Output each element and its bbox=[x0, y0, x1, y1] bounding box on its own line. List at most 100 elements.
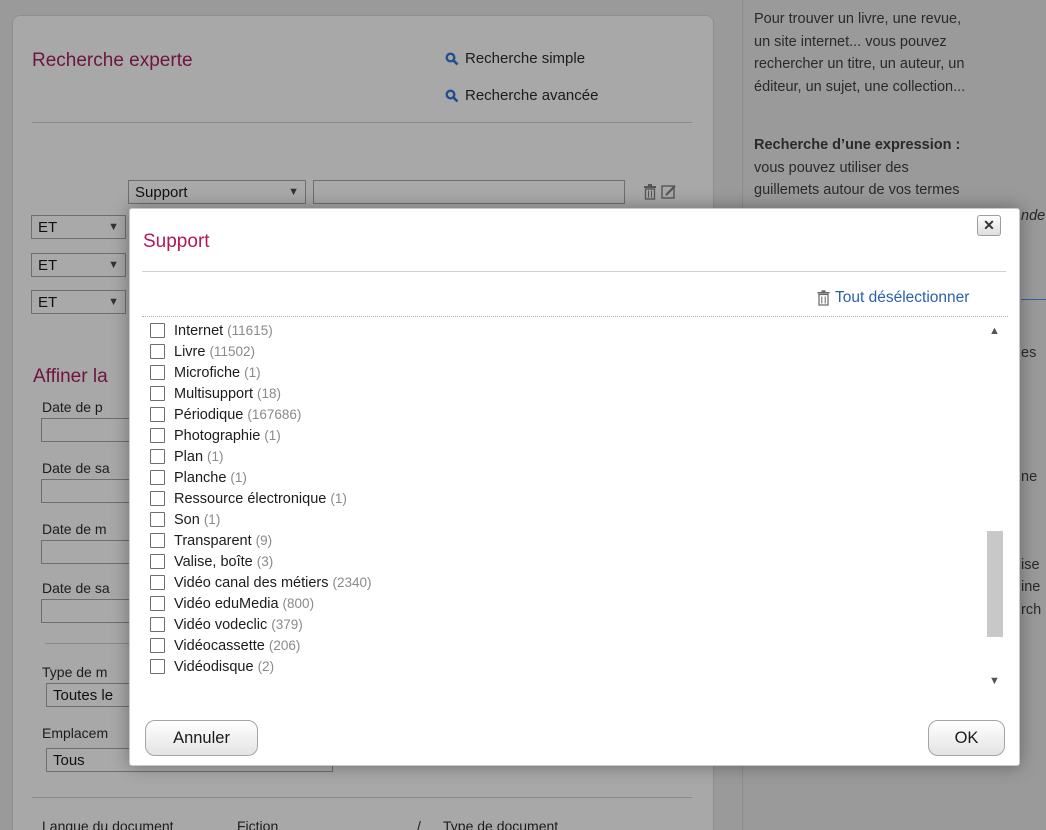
support-option[interactable]: Périodique (167686) bbox=[150, 404, 970, 425]
option-label: Transparent bbox=[174, 532, 252, 549]
criteria-value-input[interactable] bbox=[313, 180, 625, 204]
cancel-button[interactable]: Annuler bbox=[145, 720, 258, 756]
checkbox[interactable] bbox=[150, 512, 165, 527]
option-count: (1) bbox=[264, 428, 281, 443]
scrollbar-thumb[interactable] bbox=[987, 531, 1003, 637]
support-option[interactable]: Planche (1) bbox=[150, 467, 970, 488]
close-button[interactable]: ✕ bbox=[977, 215, 1001, 236]
ok-button[interactable]: OK bbox=[928, 720, 1005, 756]
checkbox[interactable] bbox=[150, 407, 165, 422]
checkbox[interactable] bbox=[150, 344, 165, 359]
edit-icon[interactable] bbox=[660, 182, 678, 202]
help-fragment: ne bbox=[1021, 469, 1038, 485]
search-icon bbox=[445, 52, 459, 65]
checkbox[interactable] bbox=[150, 659, 165, 674]
option-count: (9) bbox=[255, 533, 273, 548]
checkbox[interactable] bbox=[150, 533, 165, 548]
support-option[interactable]: Photographie (1) bbox=[150, 425, 970, 446]
language-label: Langue du document bbox=[42, 818, 174, 830]
checkbox[interactable] bbox=[150, 596, 165, 611]
date-input-3[interactable] bbox=[41, 540, 131, 564]
refine-title: Affiner la bbox=[33, 366, 108, 387]
operator-select-2[interactable]: ET ▼ bbox=[31, 253, 126, 277]
option-count: (1) bbox=[244, 365, 261, 380]
chevron-down-icon: ▼ bbox=[108, 221, 119, 233]
option-count: (1) bbox=[330, 491, 347, 506]
support-option[interactable]: Vidéodisque (2) bbox=[150, 656, 970, 677]
checkbox[interactable] bbox=[150, 638, 165, 653]
support-option[interactable]: Multisupport (18) bbox=[150, 383, 970, 404]
option-count: (1) bbox=[230, 470, 247, 485]
type-label: Type de m bbox=[42, 664, 108, 680]
date-input-2[interactable] bbox=[41, 479, 131, 503]
chevron-down-icon: ▼ bbox=[108, 296, 119, 308]
checkbox[interactable] bbox=[150, 365, 165, 380]
help-line: vous pouvez utiliser des bbox=[754, 159, 909, 176]
option-label: Internet bbox=[174, 322, 224, 339]
option-count: (206) bbox=[268, 638, 301, 653]
criteria-field-select[interactable]: Support ▼ bbox=[128, 180, 306, 204]
type-select[interactable]: Toutes le bbox=[46, 683, 136, 707]
date-input-4[interactable] bbox=[41, 599, 131, 623]
date-input-1[interactable] bbox=[41, 418, 131, 442]
support-option[interactable]: Vidéo canal des métiers (2340) bbox=[150, 572, 970, 593]
option-count: (11502) bbox=[209, 344, 255, 359]
support-options-list: Internet (11615) Livre (11502) Microfiche (1)… bbox=[150, 320, 970, 677]
support-option[interactable]: Ressource électronique (1) bbox=[150, 488, 970, 509]
support-option[interactable]: Microfiche (1) bbox=[150, 362, 970, 383]
deselect-all-label: Tout désélectionner bbox=[835, 289, 970, 306]
checkbox[interactable] bbox=[150, 470, 165, 485]
help-expression: Recherche d’une expression : vous pouvez… bbox=[754, 134, 1046, 202]
operator-select-1[interactable]: ET ▼ bbox=[31, 215, 126, 239]
advanced-search-link[interactable]: Recherche avancée bbox=[445, 87, 598, 104]
help-fragment: es bbox=[1021, 345, 1037, 361]
support-option[interactable]: Transparent (9) bbox=[150, 530, 970, 551]
simple-search-link[interactable]: Recherche simple bbox=[445, 50, 585, 67]
help-text: Pour trouver un livre, une revue, un sit… bbox=[754, 8, 1046, 98]
support-option[interactable]: Plan (1) bbox=[150, 446, 970, 467]
list-scrollbar[interactable]: ▲ ▼ bbox=[985, 323, 1004, 689]
checkbox[interactable] bbox=[150, 554, 165, 569]
checkbox[interactable] bbox=[150, 449, 165, 464]
divider bbox=[32, 122, 692, 123]
option-count: (11615) bbox=[227, 323, 273, 338]
support-option[interactable]: Internet (11615) bbox=[150, 320, 970, 341]
option-count: (2340) bbox=[332, 575, 372, 590]
help-line: rechercher un titre, un auteur, un bbox=[754, 56, 965, 72]
support-option[interactable]: Vidéo eduMedia (800) bbox=[150, 593, 970, 614]
scroll-down-icon[interactable]: ▼ bbox=[985, 673, 1004, 689]
option-count: (800) bbox=[282, 596, 315, 611]
help-fragment: rch bbox=[1021, 602, 1042, 618]
checkbox[interactable] bbox=[150, 386, 165, 401]
checkbox[interactable] bbox=[150, 617, 165, 632]
support-option[interactable]: Vidéocassette (206) bbox=[150, 635, 970, 656]
option-count: (1) bbox=[207, 449, 224, 464]
close-icon: ✕ bbox=[983, 217, 995, 233]
option-label: Microfiche bbox=[174, 364, 241, 381]
checkbox[interactable] bbox=[150, 491, 165, 506]
checkbox[interactable] bbox=[150, 323, 165, 338]
help-line: guillemets autour de vos termes bbox=[754, 182, 960, 198]
checkbox[interactable] bbox=[150, 575, 165, 590]
deselect-all-link[interactable]: Tout désélectionner bbox=[817, 289, 969, 307]
operator-value: ET bbox=[38, 256, 58, 274]
checkbox[interactable] bbox=[150, 428, 165, 443]
fiction-label: Fiction bbox=[237, 818, 279, 830]
support-option[interactable]: Valise, boîte (3) bbox=[150, 551, 970, 572]
option-label: Photographie bbox=[174, 427, 261, 444]
chevron-down-icon: ▼ bbox=[288, 186, 299, 198]
search-icon bbox=[445, 89, 459, 102]
option-count: (1) bbox=[203, 512, 221, 527]
trash-icon[interactable] bbox=[641, 182, 659, 202]
support-option[interactable]: Son (1) bbox=[150, 509, 970, 530]
option-label: Vidéo vodeclic bbox=[174, 616, 268, 633]
option-label: Valise, boîte bbox=[174, 553, 253, 570]
operator-select-3[interactable]: ET ▼ bbox=[31, 290, 126, 314]
help-line: éditeur, un sujet, une collection... bbox=[754, 78, 966, 95]
date-label-2: Date de sa bbox=[42, 460, 110, 476]
link-underline bbox=[1021, 299, 1046, 300]
support-option[interactable]: Vidéo vodeclic (379) bbox=[150, 614, 970, 635]
support-option[interactable]: Livre (11502) bbox=[150, 341, 970, 362]
scroll-up-icon[interactable]: ▲ bbox=[985, 323, 1004, 339]
location-label: Emplacem bbox=[42, 725, 109, 741]
